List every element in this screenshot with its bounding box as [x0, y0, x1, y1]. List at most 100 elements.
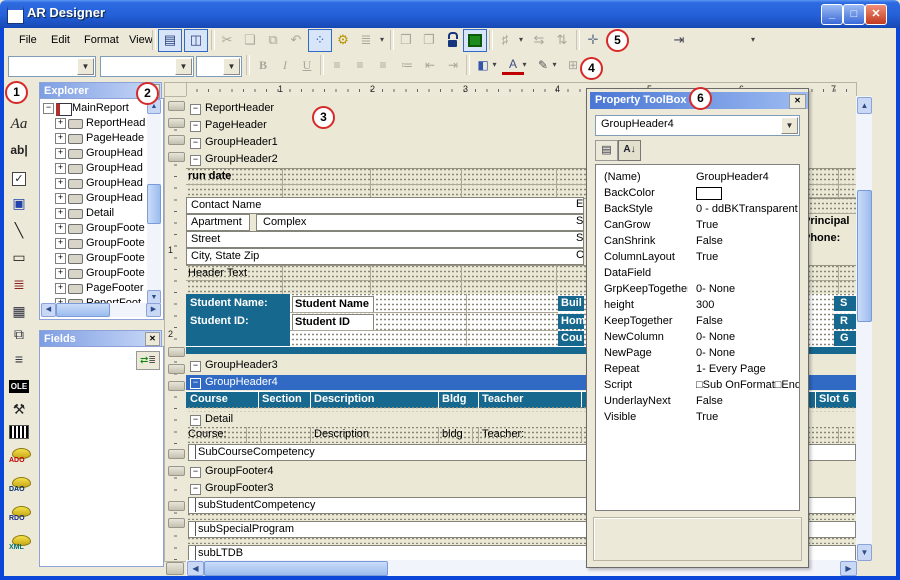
- column-course[interactable]: Course: [190, 393, 228, 405]
- menu-format[interactable]: Format: [77, 31, 126, 49]
- close-icon[interactable]: ✕: [145, 332, 160, 346]
- expand-icon[interactable]: +: [55, 148, 66, 159]
- tools-icon[interactable]: ⚒: [5, 397, 33, 421]
- collapse-icon[interactable]: −: [190, 121, 201, 132]
- menu-edit[interactable]: Edit: [44, 31, 77, 49]
- collapse-icon[interactable]: −: [43, 103, 54, 114]
- object-selector-combo[interactable]: GroupHeader4 ▼: [595, 115, 800, 136]
- property-row[interactable]: UnderlayNextFalse: [596, 393, 799, 409]
- property-row[interactable]: CanShrinkFalse: [596, 233, 799, 249]
- band-grip[interactable]: [168, 118, 185, 128]
- chevron-down-icon[interactable]: ▾: [520, 55, 529, 75]
- tree-item[interactable]: +GroupFoote: [40, 236, 148, 251]
- scroll-left-icon[interactable]: ◀: [41, 303, 56, 317]
- tree-item[interactable]: +GroupFoote: [40, 251, 148, 266]
- property-row[interactable]: BackColor: [596, 185, 799, 201]
- scroll-right-icon[interactable]: ▶: [840, 561, 857, 576]
- detail-course-field[interactable]: Course:: [188, 428, 227, 440]
- student-id-field[interactable]: Student ID: [292, 314, 374, 331]
- toolbar-more-icon[interactable]: ▾: [748, 29, 758, 50]
- property-row[interactable]: Script□Sub OnFormat□End: [596, 377, 799, 393]
- page-setup-icon[interactable]: ⚙: [332, 29, 354, 50]
- property-row[interactable]: VisibleTrue: [596, 409, 799, 425]
- tree-item-mainreport[interactable]: − MainReport: [40, 101, 148, 116]
- send-to-back-icon[interactable]: ❐: [418, 29, 440, 50]
- barcode-icon[interactable]: [5, 422, 33, 446]
- richtext-icon[interactable]: ≣: [5, 272, 33, 296]
- paste-icon[interactable]: ⧉: [262, 29, 284, 50]
- column-bldg[interactable]: Bldg: [442, 393, 466, 405]
- list-icon[interactable]: ≔: [396, 55, 418, 75]
- italic-icon[interactable]: I: [274, 55, 296, 75]
- band-grip[interactable]: [168, 466, 185, 476]
- tree-item[interactable]: +GroupHead: [40, 146, 148, 161]
- band-grip[interactable]: [168, 152, 185, 162]
- expand-icon[interactable]: +: [55, 163, 66, 174]
- property-row[interactable]: NewPage0- None: [596, 345, 799, 361]
- chevron-down-icon[interactable]: ▼: [175, 58, 192, 75]
- expand-icon[interactable]: +: [55, 223, 66, 234]
- property-row[interactable]: DataField: [596, 265, 799, 281]
- expand-icon[interactable]: +: [55, 178, 66, 189]
- ado-datasource-icon[interactable]: ADO: [7, 448, 31, 474]
- scroll-down-icon[interactable]: ▼: [857, 544, 872, 561]
- tree-item[interactable]: +ReportHead: [40, 116, 148, 131]
- collapse-icon[interactable]: −: [190, 484, 201, 495]
- align-center-icon[interactable]: ≡: [349, 55, 371, 75]
- column-slot6[interactable]: Slot 6: [819, 393, 849, 405]
- property-row[interactable]: CanGrowTrue: [596, 217, 799, 233]
- textbox-icon[interactable]: ab|: [5, 138, 33, 162]
- column-description[interactable]: Description: [314, 393, 375, 405]
- title-bar[interactable]: AR Designer _ □ ✕: [0, 0, 900, 28]
- expand-icon[interactable]: +: [55, 268, 66, 279]
- rectangle-icon[interactable]: ▭: [5, 245, 33, 269]
- pages-icon[interactable]: ⧉: [5, 322, 33, 346]
- student-name-field[interactable]: Student Name: [292, 296, 374, 313]
- scroll-left-icon[interactable]: ◀: [187, 561, 204, 576]
- reorder-icon[interactable]: ≣: [355, 29, 377, 50]
- expand-icon[interactable]: +: [55, 208, 66, 219]
- column-section[interactable]: Section: [262, 393, 302, 405]
- expand-icon[interactable]: +: [55, 238, 66, 249]
- align-right-icon[interactable]: ≡: [372, 55, 394, 75]
- scrollbar-thumb[interactable]: [857, 190, 872, 322]
- tree-item[interactable]: +GroupHead: [40, 191, 148, 206]
- collapse-icon[interactable]: −: [190, 155, 201, 166]
- complex-field[interactable]: Complex: [256, 214, 584, 231]
- tree-item[interactable]: +GroupFoote: [40, 266, 148, 281]
- property-row[interactable]: BackStyle0 - ddBKTransparent: [596, 201, 799, 217]
- scrollbar-thumb[interactable]: [56, 303, 110, 317]
- tree-item[interactable]: +GroupHead: [40, 176, 148, 191]
- cut-icon[interactable]: ✂: [216, 29, 238, 50]
- tree-item[interactable]: +PageHeade: [40, 131, 148, 146]
- band-grip[interactable]: [168, 364, 185, 374]
- band-grip[interactable]: [168, 347, 185, 357]
- space-horizontal-icon[interactable]: ⇆: [528, 29, 550, 50]
- expand-icon[interactable]: +: [55, 118, 66, 129]
- bring-to-front-icon[interactable]: ❒: [395, 29, 417, 50]
- align-left-icon[interactable]: ≡: [326, 55, 348, 75]
- ole-icon[interactable]: OLE: [5, 372, 33, 396]
- outdent-icon[interactable]: ⇤: [419, 55, 441, 75]
- collapse-icon[interactable]: −: [190, 378, 201, 389]
- line-icon[interactable]: ╲: [5, 218, 33, 242]
- toolbar-more-icon[interactable]: ▾: [377, 29, 387, 50]
- band-grip[interactable]: [168, 449, 185, 459]
- close-button[interactable]: ✕: [865, 4, 887, 25]
- collapse-icon[interactable]: −: [190, 138, 201, 149]
- design-vscrollbar[interactable]: ▲ ▼: [856, 96, 872, 560]
- tree-item[interactable]: +GroupHead: [40, 161, 148, 176]
- property-row[interactable]: NewColumn0- None: [596, 329, 799, 345]
- tree-item[interactable]: +GroupFoote: [40, 221, 148, 236]
- refresh-fields-icon[interactable]: ⇄≣: [136, 351, 160, 370]
- property-row[interactable]: height300: [596, 297, 799, 313]
- align-icon[interactable]: ♯: [494, 29, 516, 50]
- maximize-button[interactable]: □: [843, 4, 865, 25]
- label-icon[interactable]: Aa: [5, 112, 33, 136]
- close-icon[interactable]: ✕: [789, 94, 806, 109]
- property-row[interactable]: ColumnLayoutTrue: [596, 249, 799, 265]
- lock-icon[interactable]: [441, 29, 463, 50]
- scroll-right-icon[interactable]: ▶: [146, 303, 161, 317]
- minimize-button[interactable]: _: [821, 4, 843, 25]
- panel-toggle-icon[interactable]: ◫: [184, 29, 208, 52]
